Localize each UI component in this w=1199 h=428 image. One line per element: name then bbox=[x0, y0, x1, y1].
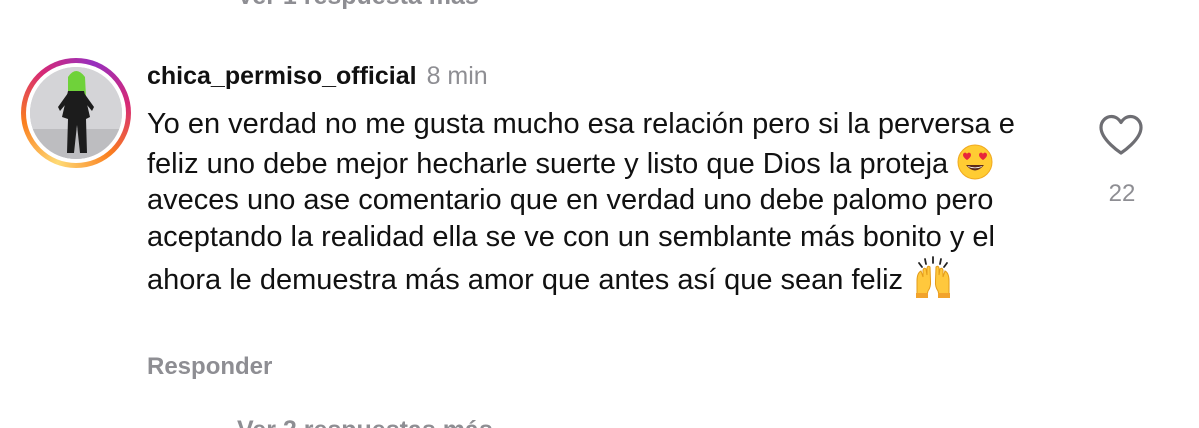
username[interactable]: chica_permiso_official bbox=[147, 62, 417, 91]
reply-button[interactable]: Responder bbox=[147, 353, 272, 381]
comment-timestamp: 8 min bbox=[426, 62, 488, 90]
comment-text-part1: Yo en verdad no me gusta mucho esa relac… bbox=[147, 108, 1015, 180]
comment-text-part2: aveces uno ase comentario que en verdad … bbox=[147, 184, 995, 297]
view-more-replies-link-previous[interactable]: Ver 1 respuesta más bbox=[237, 0, 479, 11]
heart-outline-icon[interactable] bbox=[1098, 113, 1144, 157]
heart-eyes-emoji-icon bbox=[956, 143, 994, 181]
view-more-replies-link[interactable]: Ver 2 respuestas más bbox=[237, 416, 493, 428]
comment-header: chica_permiso_official 8 min bbox=[147, 62, 488, 91]
raised-hands-emoji-icon bbox=[911, 255, 955, 299]
comment-text: Yo en verdad no me gusta mucho esa relac… bbox=[147, 106, 1067, 299]
avatar-photo bbox=[30, 67, 122, 159]
like-count: 22 bbox=[1108, 180, 1136, 207]
avatar[interactable] bbox=[30, 67, 122, 159]
story-ring[interactable] bbox=[21, 58, 131, 168]
